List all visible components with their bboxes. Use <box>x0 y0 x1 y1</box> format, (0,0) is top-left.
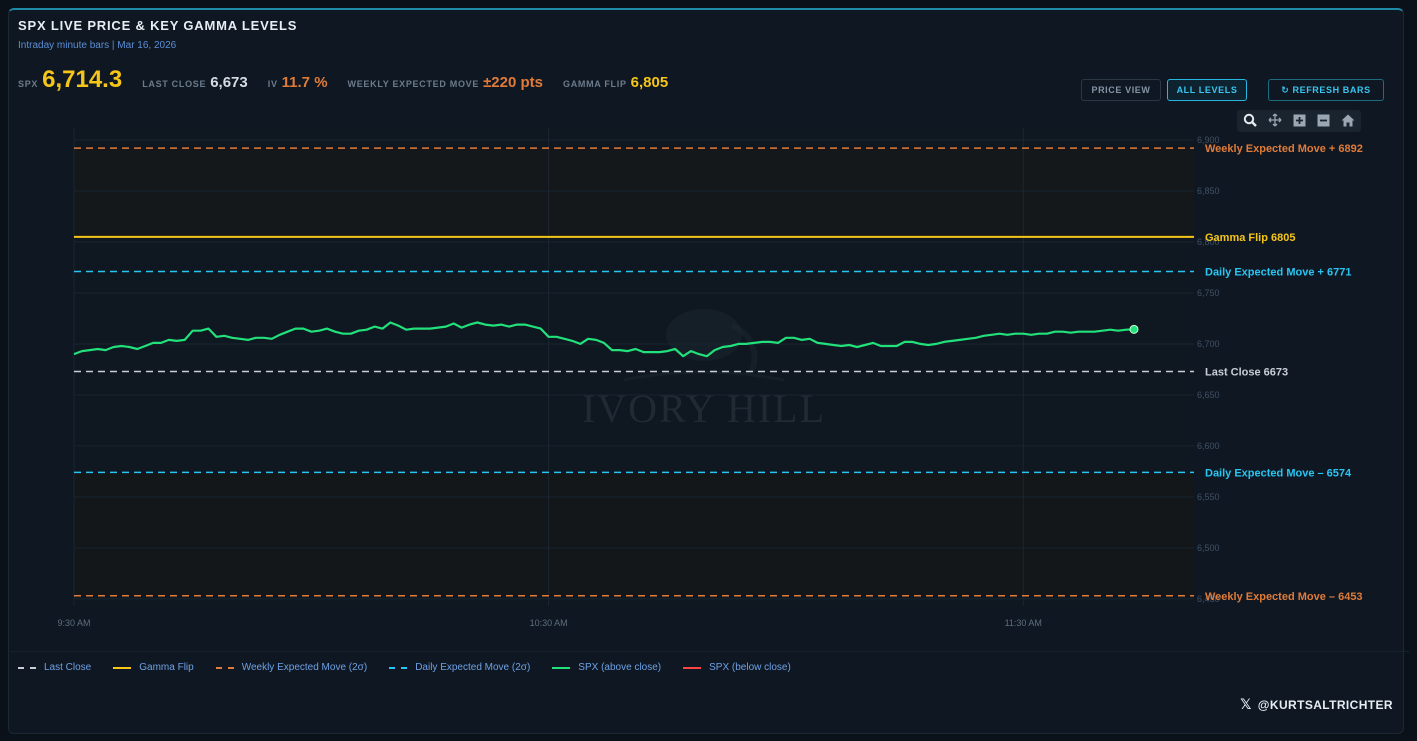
legend-item[interactable]: SPX (above close) <box>552 662 661 673</box>
level-label: Weekly Expected Move – 6453 <box>1205 591 1363 603</box>
legend-swatch <box>552 666 571 669</box>
level-label: Daily Expected Move + 6771 <box>1205 267 1351 279</box>
legend-item[interactable]: SPX (below close) <box>683 662 791 673</box>
legend-label: Weekly Expected Move (2σ) <box>241 662 368 673</box>
y-tick-label: 6,550 <box>1197 492 1220 502</box>
zoom-icon[interactable] <box>1243 113 1257 129</box>
legend-item[interactable]: Weekly Expected Move (2σ) <box>215 662 368 673</box>
level-label: Gamma Flip 6805 <box>1205 232 1296 244</box>
legend-swatch <box>389 666 408 669</box>
legend-label: Gamma Flip <box>139 662 194 673</box>
level-label: Last Close 6673 <box>1205 366 1288 378</box>
y-tick-label: 6,750 <box>1197 288 1220 298</box>
level-label: Weekly Expected Move + 6892 <box>1205 143 1363 155</box>
legend-swatch <box>113 666 132 669</box>
zoom-in-icon[interactable] <box>1293 114 1306 129</box>
y-tick-label: 6,650 <box>1197 390 1220 400</box>
legend-item[interactable]: Daily Expected Move (2σ) <box>389 662 530 673</box>
y-tick-label: 6,500 <box>1197 543 1220 553</box>
spx-last-point[interactable] <box>1129 324 1139 334</box>
pan-icon[interactable] <box>1268 113 1282 129</box>
x-tick-label: 11:30 AM <box>1005 618 1042 628</box>
legend-swatch <box>215 666 234 669</box>
y-tick-label: 6,700 <box>1197 339 1220 349</box>
legend-label: Daily Expected Move (2σ) <box>415 662 531 673</box>
watermark-text: IVORY HILL <box>582 386 826 431</box>
level-label: Daily Expected Move – 6574 <box>1205 467 1352 479</box>
reset-home-icon[interactable] <box>1341 114 1355 129</box>
x-tick-label: 10:30 AM <box>530 618 568 628</box>
handle-text: @KURTSALTRICHTER <box>1257 698 1393 712</box>
legend-swatch <box>683 666 702 669</box>
legend-label: Last Close <box>44 662 92 673</box>
weekly-upper-band <box>74 148 1194 237</box>
legend-label: SPX (above close) <box>578 662 662 673</box>
weekly-lower-band <box>74 472 1194 596</box>
watermark-elephant-icon <box>666 309 742 361</box>
price-chart[interactable]: IVORY HILL 6,4506,5006,5506,6006,6506,70… <box>0 0 1417 741</box>
zoom-out-icon[interactable] <box>1317 114 1330 129</box>
social-handle: 𝕏 @KURTSALTRICHTER <box>1240 696 1393 713</box>
x-logo-icon: 𝕏 <box>1240 696 1252 712</box>
legend-item[interactable]: Gamma Flip <box>113 662 194 673</box>
legend-item[interactable]: Last Close <box>18 662 91 673</box>
x-tick-label: 9:30 AM <box>57 618 90 628</box>
y-tick-label: 6,600 <box>1197 441 1220 451</box>
legend-label: SPX (below close) <box>709 662 791 673</box>
legend-swatch <box>18 666 36 669</box>
y-tick-label: 6,850 <box>1197 186 1220 196</box>
chart-modebar <box>1237 110 1361 132</box>
chart-legend: Last Close Gamma Flip Weekly Expected Move… <box>18 662 813 673</box>
